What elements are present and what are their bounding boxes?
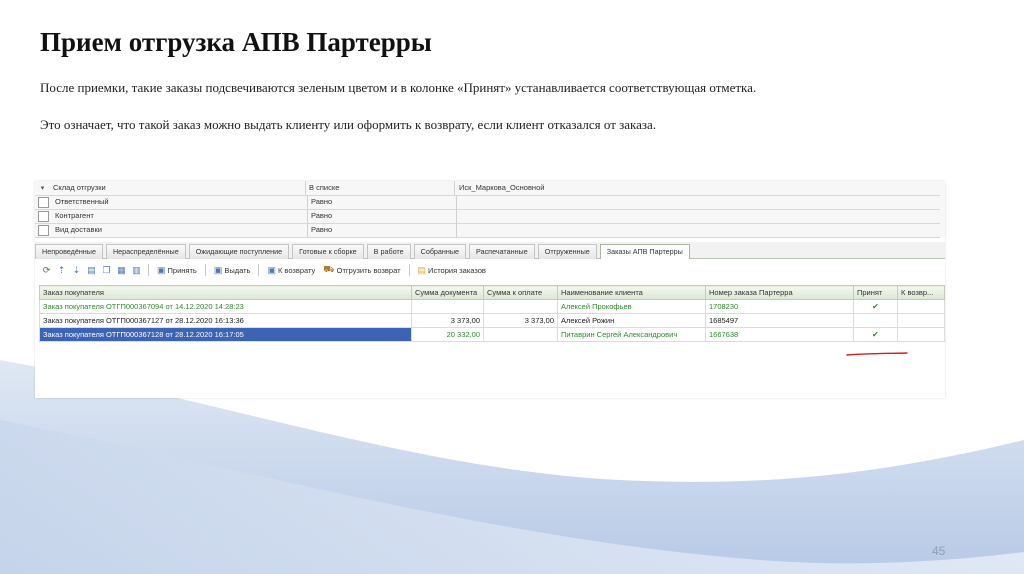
description-paragraph-1: После приемки, такие заказы подсвечивают… <box>40 80 757 95</box>
filter-name: Склад отгрузки <box>53 181 306 195</box>
description-paragraph-2: Это означает, что такой заказ можно выда… <box>40 117 657 132</box>
tab-assembled[interactable]: Собранные <box>413 244 467 259</box>
accept-button[interactable]: ▣ Принять <box>155 265 199 276</box>
checkmark-icon: ✔ <box>853 327 898 342</box>
tab-apv-parterra-orders[interactable]: Заказы АПВ Партерры <box>599 244 690 259</box>
toolbar-separator <box>408 264 410 276</box>
toolbar: ⟳ ⇡ ⇣ ▤ ❐ ▦ ▥ ▣ Принять ▣ Выдать ▣ К возвра… <box>35 261 945 279</box>
checkbox-icon[interactable] <box>38 224 49 236</box>
filter-row[interactable]: Вид доставки Равно <box>35 223 940 238</box>
cell-client: Питаврин Сергей Александрович <box>557 327 706 342</box>
cell-order: Заказ покупателя ОТГП000367127 от 28.12.… <box>39 313 412 328</box>
toolbar-separator <box>258 264 260 276</box>
to-return-button[interactable]: ▣ К возврату <box>265 265 317 276</box>
copy-icon[interactable]: ❐ <box>101 265 112 276</box>
tab-shipped[interactable]: Отгруженные <box>537 244 597 259</box>
filter-row[interactable]: Контрагент Равно <box>35 209 940 224</box>
cell-accepted <box>853 313 898 328</box>
slide-title: Прием отгрузка АПВ Партерры <box>40 27 432 57</box>
cell-doc-sum: 20 332,00 <box>411 327 484 342</box>
column-header-doc-sum[interactable]: Сумма документа <box>411 285 484 300</box>
cell-to-return <box>897 299 945 314</box>
cell-pay-sum <box>483 299 558 314</box>
filter-condition[interactable]: В списке <box>306 181 455 195</box>
filter-icon[interactable]: ▦ <box>116 265 127 276</box>
toolbar-separator <box>204 264 206 276</box>
filter-value[interactable] <box>457 195 461 209</box>
cell-order: Заказ покупателя ОТГП000367128 от 28.12.… <box>39 327 412 342</box>
table-row[interactable]: Заказ покупателя ОТГП000367094 от 14.12.… <box>39 299 945 314</box>
filter-value[interactable]: Иск_Маркова_Основной <box>455 181 544 195</box>
tab-ready-to-assemble[interactable]: Готовые к сборке <box>292 244 364 259</box>
order-history-label: История заказов <box>428 265 486 275</box>
hierarchy-icon[interactable]: ▤ <box>86 265 97 276</box>
tab-bar: Непроведённые Нераспределённые Ожидающие… <box>35 242 945 259</box>
tab-unposted[interactable]: Непроведённые <box>35 244 103 259</box>
checkbox-checked-icon[interactable]: ▾ <box>38 184 47 193</box>
tab-awaiting-receipt[interactable]: Ожидающие поступление <box>188 244 290 259</box>
list-icon[interactable]: ▥ <box>131 265 142 276</box>
checkmark-icon: ✔ <box>853 299 898 314</box>
tab-printed[interactable]: Распечатанные <box>469 244 535 259</box>
issue-icon: ▣ <box>213 264 223 275</box>
orders-table: Заказ покупателя Сумма документа Сумма к… <box>39 285 945 342</box>
history-icon: ▤ <box>417 264 427 275</box>
column-header-partner-no[interactable]: Номер заказа Партерра <box>705 285 854 300</box>
issue-button[interactable]: ▣ Выдать <box>212 265 253 276</box>
filter-row[interactable]: ▾ Склад отгрузки В списке Иск_Маркова_Ос… <box>35 181 940 196</box>
issue-label: Выдать <box>224 265 251 275</box>
ship-return-label: Отгрузить возврат <box>336 265 401 275</box>
cell-partner-no: 1685497 <box>705 313 854 328</box>
column-header-accepted[interactable]: Принят <box>853 285 898 300</box>
to-return-label: К возврату <box>277 265 316 275</box>
return-icon: ▣ <box>267 264 276 275</box>
refresh-icon[interactable]: ⟳ <box>41 265 52 276</box>
filter-row[interactable]: Ответственный Равно <box>35 195 940 210</box>
tab-unallocated[interactable]: Нераспределённые <box>105 244 186 259</box>
checkbox-icon[interactable] <box>38 210 49 222</box>
column-header-to-return[interactable]: К возвр... <box>897 285 945 300</box>
order-history-button[interactable]: ▤ История заказов <box>416 265 488 276</box>
cell-doc-sum: 3 373,00 <box>411 313 484 328</box>
cell-client: Алексей Прокофьев <box>557 299 706 314</box>
annotation-underline <box>846 352 908 356</box>
tab-in-progress[interactable]: В работе <box>366 244 411 259</box>
filter-condition[interactable]: Равно <box>308 223 457 237</box>
ship-return-button[interactable]: ⛟ Отгрузить возврат <box>321 264 402 276</box>
table-header-row: Заказ покупателя Сумма документа Сумма к… <box>39 285 945 300</box>
filter-name: Вид доставки <box>55 223 308 237</box>
checkbox-icon[interactable] <box>38 196 49 208</box>
column-header-client[interactable]: Наименование клиента <box>557 285 706 300</box>
cell-partner-no: 1667638 <box>705 327 854 342</box>
filter-value[interactable] <box>457 209 461 223</box>
cart-icon: ⛟ <box>323 264 335 274</box>
filter-value[interactable] <box>457 223 461 237</box>
filter-panel: ▾ Склад отгрузки В списке Иск_Маркова_Ос… <box>35 181 945 238</box>
column-header-pay-sum[interactable]: Сумма к оплате <box>483 285 558 300</box>
filter-name: Ответственный <box>55 195 308 209</box>
cell-pay-sum: 3 373,00 <box>483 313 558 328</box>
move-up-icon[interactable]: ⇡ <box>56 265 67 276</box>
column-header-order[interactable]: Заказ покупателя <box>39 285 412 300</box>
embedded-1c-screenshot: ▾ Склад отгрузки В списке Иск_Маркова_Ос… <box>35 181 945 398</box>
cell-to-return <box>897 313 945 328</box>
table-row[interactable]: Заказ покупателя ОТГП000367127 от 28.12.… <box>39 313 945 328</box>
page-number: 45 <box>932 544 946 558</box>
cell-order: Заказ покупателя ОТГП000367094 от 14.12.… <box>39 299 412 314</box>
cell-client: Алексей Рожин <box>557 313 706 328</box>
cell-partner-no: 1708230 <box>705 299 854 314</box>
cell-doc-sum <box>411 299 484 314</box>
accept-icon: ▣ <box>157 264 166 275</box>
toolbar-separator <box>148 264 149 276</box>
move-down-icon[interactable]: ⇣ <box>71 265 82 276</box>
table-row-selected[interactable]: Заказ покупателя ОТГП000367128 от 28.12.… <box>39 327 945 342</box>
cell-to-return <box>897 327 945 342</box>
accept-label: Принять <box>167 265 197 275</box>
cell-pay-sum <box>483 327 558 342</box>
filter-condition[interactable]: Равно <box>308 195 457 209</box>
filter-name: Контрагент <box>55 209 308 223</box>
filter-condition[interactable]: Равно <box>308 209 457 223</box>
